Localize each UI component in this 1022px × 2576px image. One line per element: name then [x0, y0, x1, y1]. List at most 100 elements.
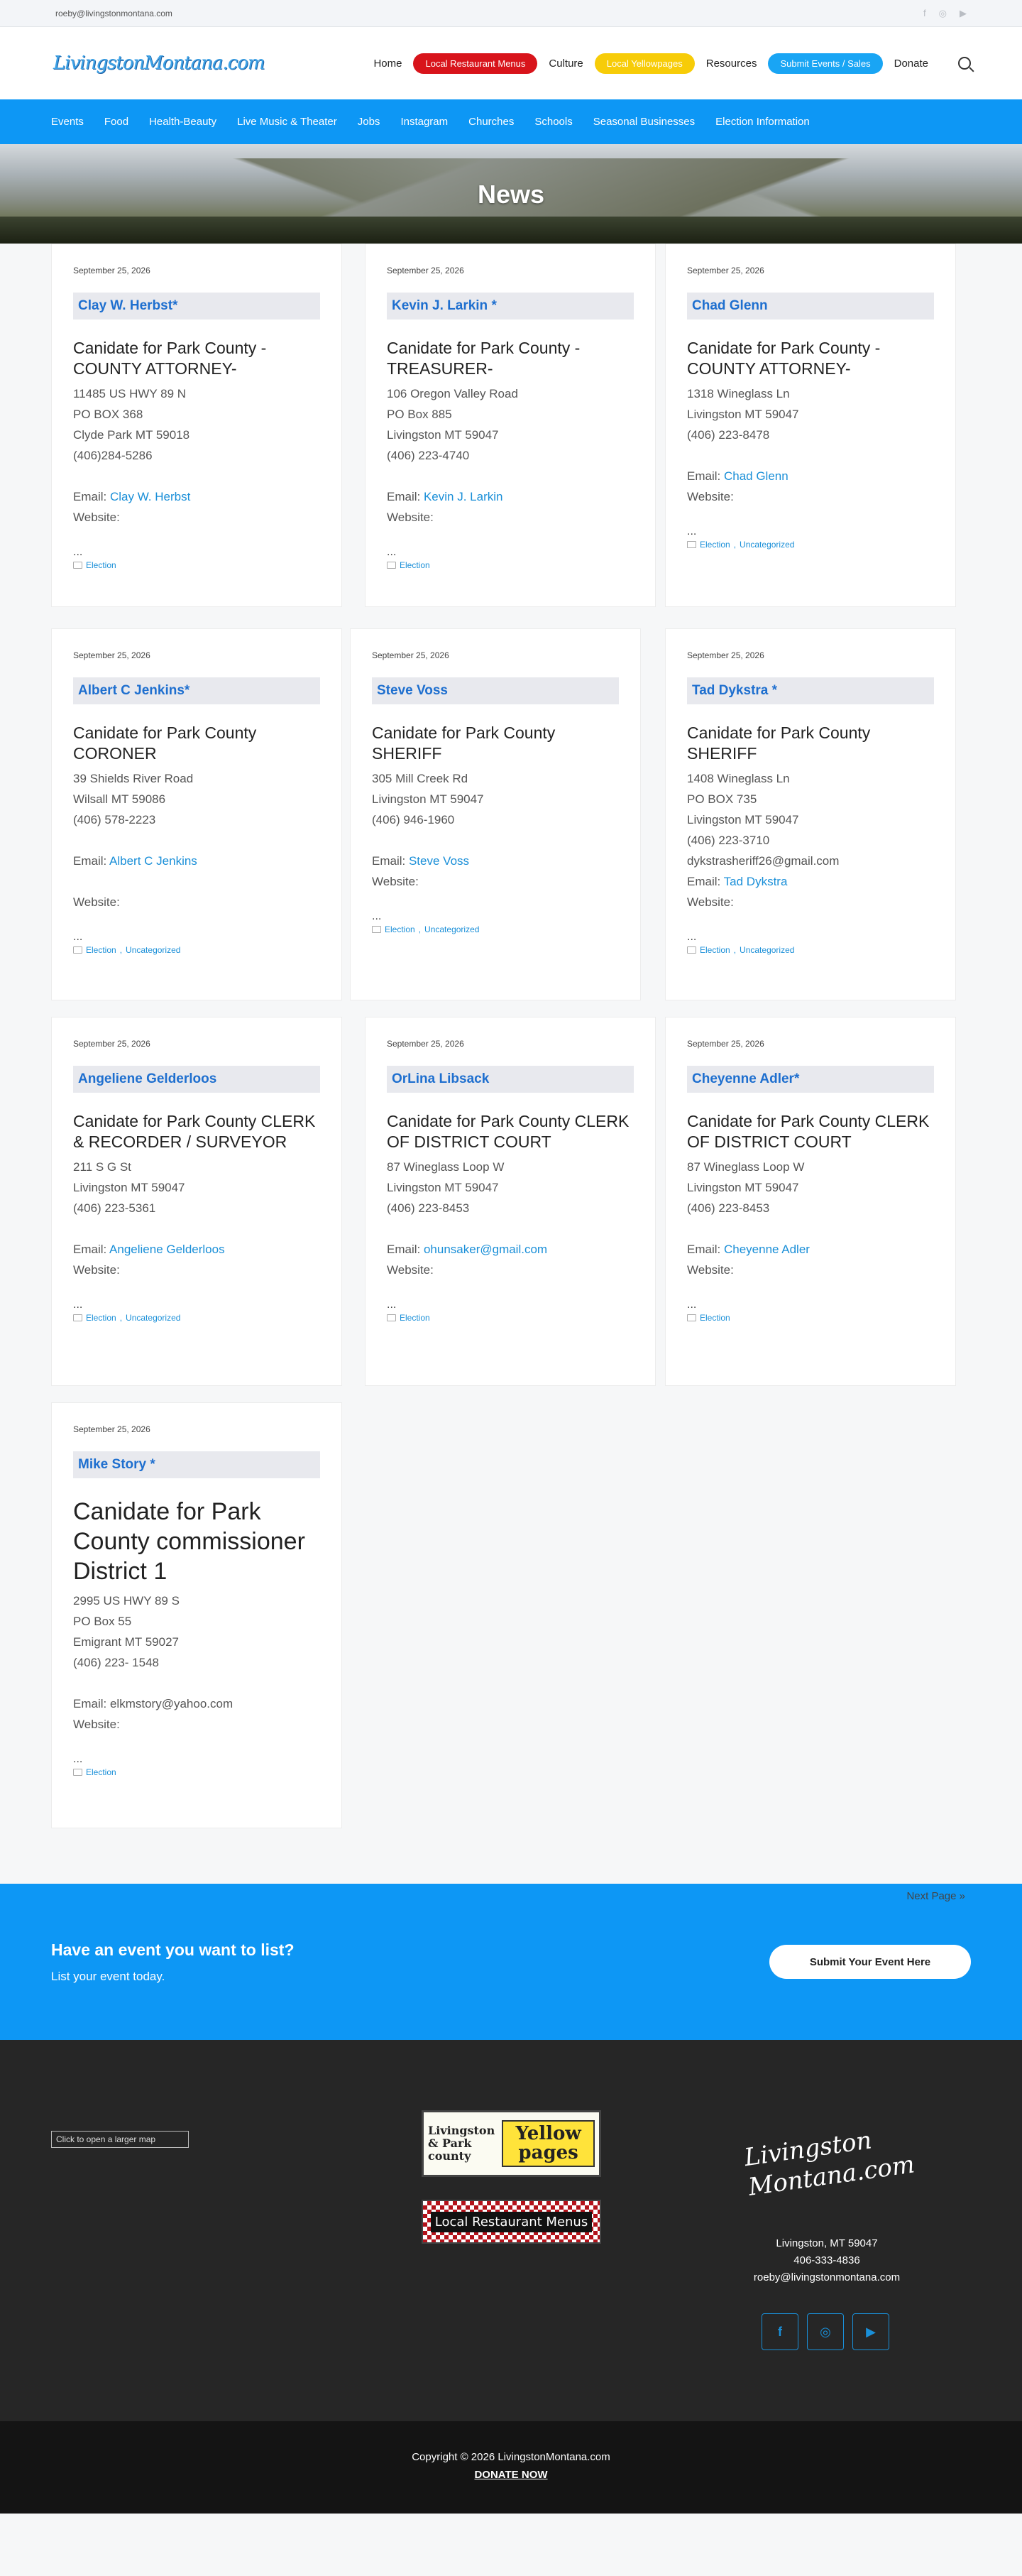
- category-link[interactable]: Election: [700, 945, 730, 955]
- email-label: Email:: [73, 1697, 110, 1710]
- restaurant-menus-banner[interactable]: Local Restaurant Menus: [422, 2200, 601, 2244]
- excerpt-ellipsis: ...: [687, 931, 697, 943]
- cat-live-music-theater[interactable]: Live Music & Theater: [237, 116, 337, 128]
- excerpt-ellipsis: ...: [687, 1299, 697, 1311]
- contact-line: (406)284-5286: [73, 449, 153, 462]
- email-row: Email: Angeliene Gelderloos: [73, 1239, 320, 1260]
- main-nav: Home Local Restaurant Menus Culture Loca…: [373, 53, 971, 74]
- candidate-contact: 106 Oregon Valley Road PO Box 885 Livingst…: [387, 383, 634, 528]
- category-link[interactable]: Uncategorized: [126, 1313, 180, 1323]
- post-title-link[interactable]: Cheyenne Adler*: [687, 1066, 934, 1093]
- nav-local-yellowpages[interactable]: Local Yellowpages: [594, 53, 695, 74]
- post-title-link[interactable]: OrLina Libsack: [387, 1066, 634, 1093]
- yellowpages-banner[interactable]: Livingston & Park county Yellow pages: [422, 2110, 601, 2177]
- email-link[interactable]: Chad Glenn: [724, 469, 789, 483]
- contact-line: (406) 223-4740: [387, 449, 470, 462]
- contact-line: 211 S G St: [73, 1160, 131, 1174]
- donate-now-link[interactable]: DONATE NOW: [0, 2469, 1022, 2481]
- contact-line: Livingston MT 59047: [387, 1181, 499, 1194]
- contact-line: Livingston MT 59047: [687, 408, 799, 421]
- nav-submit-events[interactable]: Submit Events / Sales: [768, 53, 883, 74]
- email-link[interactable]: Cheyenne Adler: [724, 1243, 810, 1256]
- contact-email[interactable]: roeby@livingstonmontana.com: [55, 9, 172, 18]
- category-link[interactable]: Election: [400, 1313, 430, 1323]
- category-link[interactable]: Uncategorized: [740, 540, 794, 550]
- cat-seasonal-businesses[interactable]: Seasonal Businesses: [593, 116, 695, 128]
- website-label: Website:: [372, 875, 419, 888]
- category-link[interactable]: Election: [700, 1313, 730, 1323]
- category-link[interactable]: Election: [385, 924, 415, 934]
- youtube-icon[interactable]: ▶: [960, 8, 967, 19]
- nav-donate[interactable]: Donate: [894, 58, 928, 70]
- category-link[interactable]: Uncategorized: [740, 945, 794, 955]
- search-icon[interactable]: [958, 57, 971, 70]
- category-link[interactable]: Uncategorized: [424, 924, 479, 934]
- email-link[interactable]: Angeliene Gelderloos: [109, 1243, 225, 1256]
- excerpt-ellipsis: ...: [73, 546, 83, 558]
- email-row: Email: ohunsaker@gmail.com: [387, 1239, 634, 1260]
- category-link[interactable]: Election: [86, 560, 116, 570]
- instagram-icon[interactable]: ◎: [807, 2313, 844, 2350]
- yellowpages-left-text: Livingston & Park county: [428, 2124, 495, 2163]
- cat-instagram[interactable]: Instagram: [400, 116, 448, 128]
- email-row: Email: Clay W. Herbst: [73, 486, 320, 507]
- post-title-link[interactable]: Kevin J. Larkin *: [387, 293, 634, 320]
- category-nav: Events Food Health-Beauty Live Music & T…: [0, 99, 1022, 144]
- cat-jobs[interactable]: Jobs: [358, 116, 380, 128]
- post-title-link[interactable]: Chad Glenn: [687, 293, 934, 320]
- yellowpages-right-text: Yellow pages: [502, 2120, 595, 2167]
- nav-local-restaurant-menus[interactable]: Local Restaurant Menus: [413, 53, 538, 74]
- category-link[interactable]: Election: [86, 1313, 116, 1323]
- site-logo[interactable]: LivingstonMontana.com: [53, 53, 265, 74]
- email-row: Email: Tad Dykstra: [687, 871, 934, 892]
- post-title-link[interactable]: Tad Dykstra *: [687, 677, 934, 704]
- email-row: Email: Cheyenne Adler: [687, 1239, 934, 1260]
- map-link[interactable]: Click to open a larger map: [51, 2131, 189, 2148]
- candidate-office: Canidate for Park County -COUNTY ATTORNE…: [73, 339, 267, 378]
- cat-health-beauty[interactable]: Health-Beauty: [149, 116, 216, 128]
- youtube-icon[interactable]: ▶: [852, 2313, 889, 2350]
- email-link[interactable]: Albert C Jenkins: [109, 854, 197, 868]
- cat-food[interactable]: Food: [104, 116, 128, 128]
- candidate-office: Canidate for Park County CLERK OF DISTRI…: [687, 1112, 930, 1151]
- nav-resources[interactable]: Resources: [706, 58, 757, 70]
- next-page-link[interactable]: Next Page »: [906, 1890, 965, 1902]
- category-link[interactable]: Election: [400, 560, 430, 570]
- email-link[interactable]: Clay W. Herbst: [110, 490, 190, 503]
- website-label: Website:: [73, 895, 120, 909]
- folder-icon: [73, 562, 82, 569]
- email-label: Email:: [387, 490, 424, 503]
- post-categories: Election, Uncategorized: [687, 540, 934, 550]
- contact-line: 1318 Wineglass Ln: [687, 387, 790, 400]
- contact-line: Livingston MT 59047: [687, 813, 799, 826]
- contact-line: Livingston MT 59047: [387, 428, 499, 442]
- email-link[interactable]: Kevin J. Larkin: [424, 490, 503, 503]
- post-title-link[interactable]: Albert C Jenkins*: [73, 677, 320, 704]
- facebook-icon[interactable]: f: [923, 8, 926, 19]
- post-title-link[interactable]: Clay W. Herbst*: [73, 293, 320, 320]
- email-link[interactable]: ohunsaker@gmail.com: [424, 1243, 547, 1256]
- cat-events[interactable]: Events: [51, 116, 84, 128]
- email-link[interactable]: Tad Dykstra: [724, 875, 788, 888]
- post-title-link[interactable]: Angeliene Gelderloos: [73, 1066, 320, 1093]
- post-card: September 25, 2026 Albert C Jenkins* Canid…: [51, 628, 342, 1000]
- email-value: elkmstory@yahoo.com: [109, 1697, 233, 1710]
- submit-event-button[interactable]: Submit Your Event Here: [769, 1945, 971, 1979]
- email-link[interactable]: Steve Voss: [409, 854, 469, 868]
- cat-schools[interactable]: Schools: [534, 116, 572, 128]
- post-title-link[interactable]: Steve Voss: [372, 677, 619, 704]
- category-link[interactable]: Election: [86, 945, 116, 955]
- nav-culture[interactable]: Culture: [549, 58, 583, 70]
- category-link[interactable]: Uncategorized: [126, 945, 180, 955]
- nav-home[interactable]: Home: [373, 58, 402, 70]
- email-label: Email:: [687, 1243, 724, 1256]
- candidate-office: Canidate for Park County SHERIFF: [372, 724, 556, 763]
- post-title-link[interactable]: Mike Story *: [73, 1451, 320, 1478]
- footer-email[interactable]: roeby@livingstonmontana.com: [710, 2269, 944, 2286]
- category-link[interactable]: Election: [86, 1767, 116, 1777]
- category-link[interactable]: Election: [700, 540, 730, 550]
- cat-churches[interactable]: Churches: [468, 116, 514, 128]
- facebook-icon[interactable]: f: [762, 2313, 798, 2350]
- instagram-icon[interactable]: ◎: [939, 8, 947, 19]
- cat-election-information[interactable]: Election Information: [715, 116, 810, 128]
